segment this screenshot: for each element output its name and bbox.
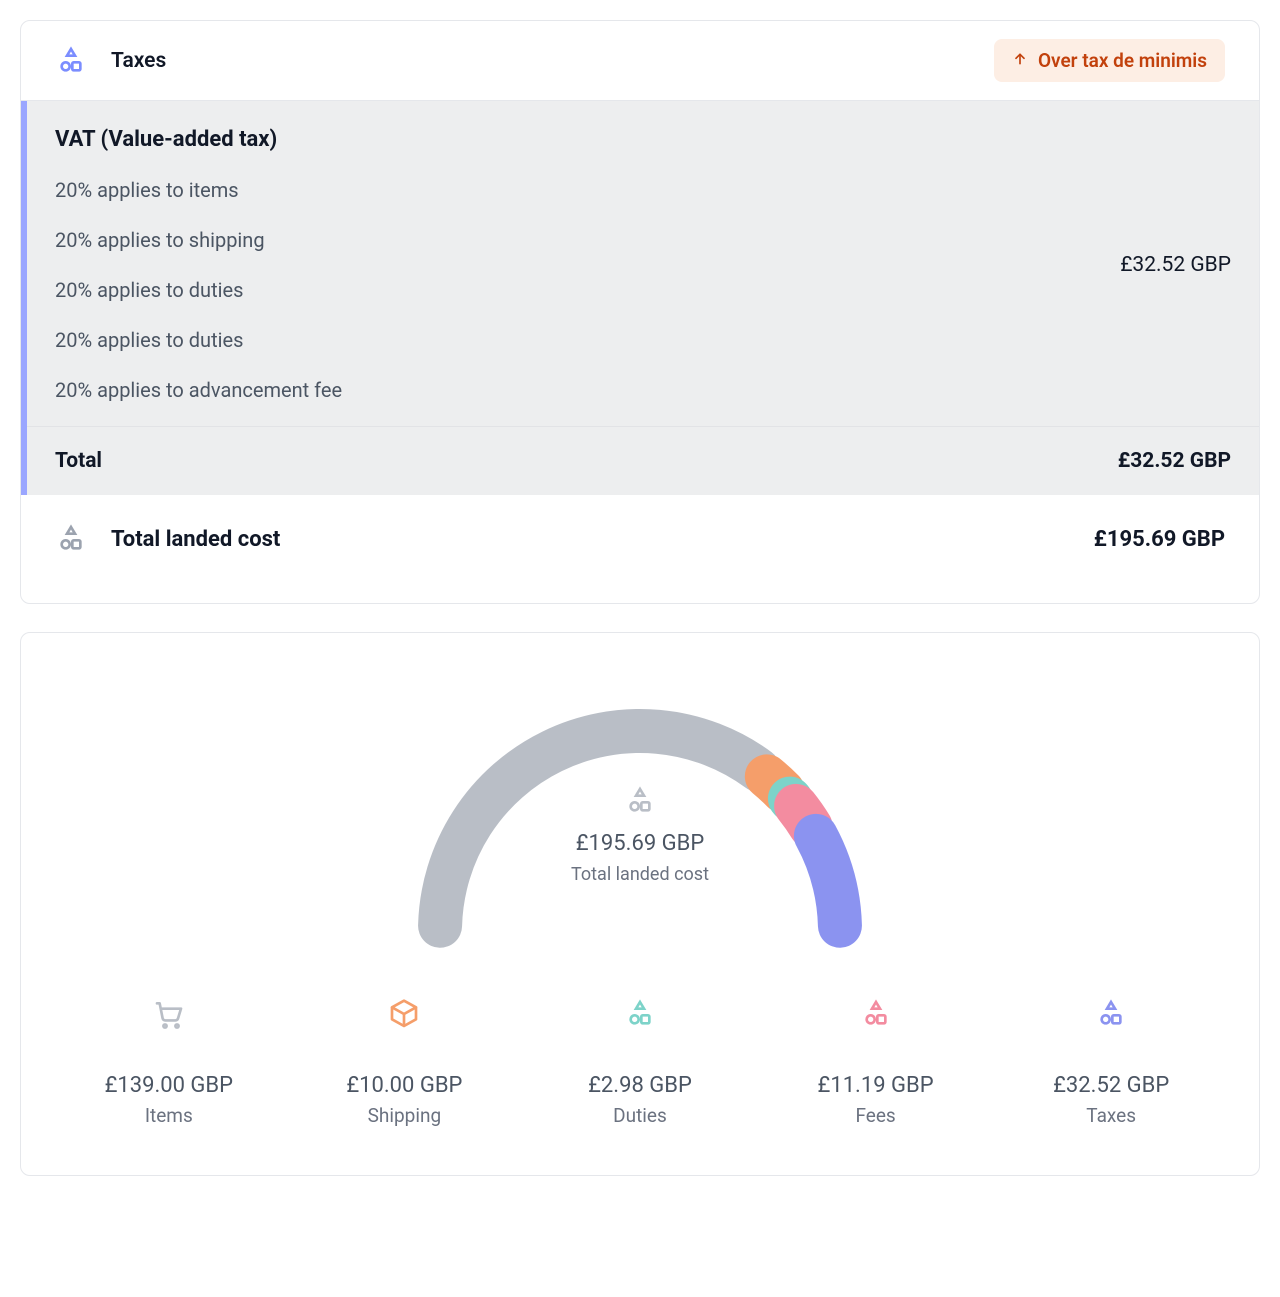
legend-label: Shipping [368,1104,442,1127]
over-de-minimis-badge: Over tax de minimis [994,39,1225,82]
shapes-icon [1095,995,1127,1033]
vat-lines: VAT (Value-added tax) 20% applies to ite… [55,127,342,402]
tlc-value: £195.69 GBP [1094,527,1225,552]
gauge-amount: £195.69 GBP [576,831,704,856]
vat-line: 20% applies to duties [55,328,342,352]
vat-line: 20% applies to duties [55,278,342,302]
arrow-up-icon [1012,49,1028,72]
vat-total-value: £32.52 GBP [1118,449,1231,473]
legend-items: £139.00 GBP Items [61,995,277,1127]
cart-icon [153,995,185,1033]
shapes-icon [860,995,892,1033]
vat-subtotal: £32.52 GBP [1120,253,1231,277]
gauge-label: Total landed cost [571,864,709,885]
legend-amount: £10.00 GBP [346,1073,462,1098]
total-landed-cost-row: Total landed cost £195.69 GBP [21,495,1259,603]
shapes-icon [55,523,87,555]
landed-cost-gauge: £195.69 GBP Total landed cost [390,681,890,941]
legend-amount: £11.19 GBP [818,1073,934,1098]
vat-title: VAT (Value-added tax) [55,127,342,152]
vat-total-label: Total [55,449,102,473]
legend-amount: £32.52 GBP [1053,1073,1169,1098]
landed-cost-chart-card: £195.69 GBP Total landed cost £139.00 GB… [20,632,1260,1176]
shapes-icon [624,995,656,1033]
legend-label: Items [145,1104,193,1127]
legend-duties: £2.98 GBP Duties [532,995,748,1127]
badge-label: Over tax de minimis [1038,49,1207,72]
vat-line: 20% applies to items [55,178,342,202]
box-icon [388,995,420,1033]
legend-label: Duties [613,1104,667,1127]
legend-label: Taxes [1086,1104,1136,1127]
legend-label: Fees [855,1104,895,1127]
taxes-card: Taxes Over tax de minimis VAT (Value-add… [20,20,1260,604]
chart-wrap: £195.69 GBP Total landed cost £139.00 GB… [61,681,1219,1127]
taxes-title: Taxes [111,49,166,73]
tlc-label: Total landed cost [111,527,280,552]
legend-fees: £11.19 GBP Fees [768,995,984,1127]
vat-total-row: Total £32.52 GBP [27,426,1259,495]
taxes-header: Taxes Over tax de minimis [21,21,1259,101]
legend-amount: £139.00 GBP [105,1073,233,1098]
shapes-icon [624,785,656,817]
legend-amount: £2.98 GBP [588,1073,692,1098]
legend-shipping: £10.00 GBP Shipping [297,995,513,1127]
vat-body: VAT (Value-added tax) 20% applies to ite… [27,101,1259,426]
chart-legend: £139.00 GBP Items £10.00 GBP Shipping [61,995,1219,1127]
vat-block: VAT (Value-added tax) 20% applies to ite… [21,101,1259,495]
gauge-center: £195.69 GBP Total landed cost [390,785,890,885]
legend-taxes: £32.52 GBP Taxes [1003,995,1219,1127]
vat-line: 20% applies to shipping [55,228,342,252]
vat-line: 20% applies to advancement fee [55,378,342,402]
shapes-icon [55,45,87,77]
